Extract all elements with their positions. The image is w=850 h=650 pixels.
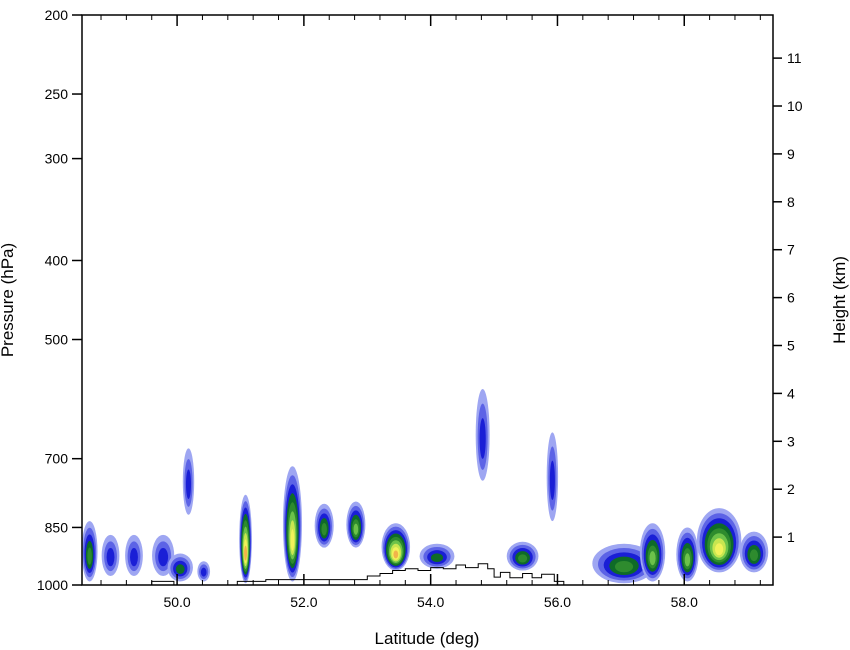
height-tick-label: 10	[787, 98, 803, 114]
contour-cell-6-level-3	[200, 567, 207, 577]
pressure-tick-label: 250	[45, 86, 69, 102]
pressure-tick-label: 700	[45, 451, 69, 467]
height-tick-label: 3	[787, 433, 795, 449]
contour-cell-0-level-5	[87, 547, 92, 565]
x-tick-label: 56.0	[544, 594, 571, 610]
pressure-tick-label: 300	[45, 151, 69, 167]
contour-cell-19-level-8	[714, 543, 724, 556]
height-tick-label: 2	[787, 481, 795, 497]
y-axis-title-right: Height (km)	[830, 256, 849, 344]
contour-cell-14-level-5	[518, 554, 528, 563]
contour-cell-10-level-6	[353, 523, 359, 535]
contour-cell-16-level-5	[614, 560, 634, 573]
contour-cell-2-level-3	[130, 547, 138, 567]
x-tick-label: 52.0	[290, 594, 317, 610]
x-tick-label: 54.0	[417, 594, 444, 610]
pressure-tick-label: 500	[45, 332, 69, 348]
height-tick-label: 8	[787, 194, 795, 210]
contour-cell-4-level-4	[175, 564, 185, 575]
height-tick-label: 5	[787, 338, 795, 354]
pressure-tick-label: 1000	[37, 577, 68, 593]
contour-cell-3-level-3	[158, 547, 169, 567]
contour-cell-1-level-3	[106, 547, 115, 567]
pressure-tick-label: 200	[45, 7, 69, 23]
x-axis-title: Latitude (deg)	[375, 629, 480, 648]
contour-cell-17-level-6	[649, 551, 656, 566]
contour-cell-12-level-4	[430, 553, 444, 563]
height-tick-label: 6	[787, 290, 795, 306]
height-tick-label: 7	[787, 242, 795, 258]
x-tick-label: 58.0	[671, 594, 698, 610]
pressure-tick-label: 850	[45, 519, 69, 535]
x-tick-label: 50.0	[163, 594, 190, 610]
height-tick-label: 4	[787, 385, 795, 401]
contour-cell-8-level-8	[290, 529, 295, 551]
contour-cell-11-level-9	[393, 550, 399, 559]
cross-section-chart: 50.0 52.0 54.0 56.0 58.020025030040050070085…	[0, 7, 849, 648]
height-tick-label: 11	[787, 50, 802, 66]
height-tick-label: 9	[787, 146, 795, 162]
contour-cell-20-level-5	[749, 549, 759, 562]
contour-cell-5-level-3	[185, 469, 192, 499]
contour-cell-15-level-3	[549, 460, 555, 501]
y-axis-title-left: Pressure (hPa)	[0, 243, 17, 357]
pressure-tick-label: 400	[45, 252, 69, 268]
contour-cell-18-level-6	[684, 553, 691, 567]
contour-cell-9-level-5	[321, 522, 327, 536]
height-tick-label: 1	[787, 529, 795, 545]
contour-cell-13-level-3	[479, 418, 486, 459]
contour-cell-7-level-9	[244, 545, 248, 561]
